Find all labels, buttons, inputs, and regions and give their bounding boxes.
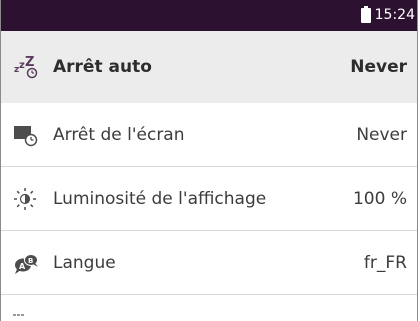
screen-off-value: Never	[356, 124, 407, 145]
status-bar: 15:24	[1, 0, 417, 31]
next-row-partial[interactable]	[1, 295, 417, 321]
brightness-label: Luminosité de l'affichage	[53, 188, 267, 209]
auto-off-label: Arrêt auto	[53, 57, 152, 77]
status-right: 15:24	[360, 6, 415, 23]
screen-off-label: Arrêt de l'écran	[53, 124, 185, 145]
sleep-zzz-icon: z z Z	[13, 55, 43, 79]
language-row[interactable]: A B Langue fr_FR	[1, 231, 417, 295]
svg-text:Z: Z	[25, 55, 34, 70]
partial-row-icon	[13, 312, 43, 318]
auto-off-row[interactable]: z z Z Arrêt auto Never	[1, 31, 417, 103]
settings-screen: 15:24 z z Z Arrêt auto Never Arrêt de l'…	[0, 0, 418, 321]
screen-timer-icon	[13, 123, 43, 147]
status-time: 15:24	[374, 6, 415, 23]
language-value: fr_FR	[363, 252, 407, 273]
battery-icon	[360, 6, 371, 23]
auto-off-value: Never	[350, 57, 407, 77]
brightness-icon	[13, 187, 43, 211]
language-label: Langue	[53, 252, 116, 273]
brightness-row[interactable]: Luminosité de l'affichage 100 %	[1, 167, 417, 231]
screen-off-row[interactable]: Arrêt de l'écran Never	[1, 103, 417, 167]
brightness-value: 100 %	[352, 188, 407, 209]
svg-text:B: B	[28, 257, 33, 265]
svg-text:A: A	[19, 262, 26, 271]
language-icon: A B	[13, 251, 43, 275]
